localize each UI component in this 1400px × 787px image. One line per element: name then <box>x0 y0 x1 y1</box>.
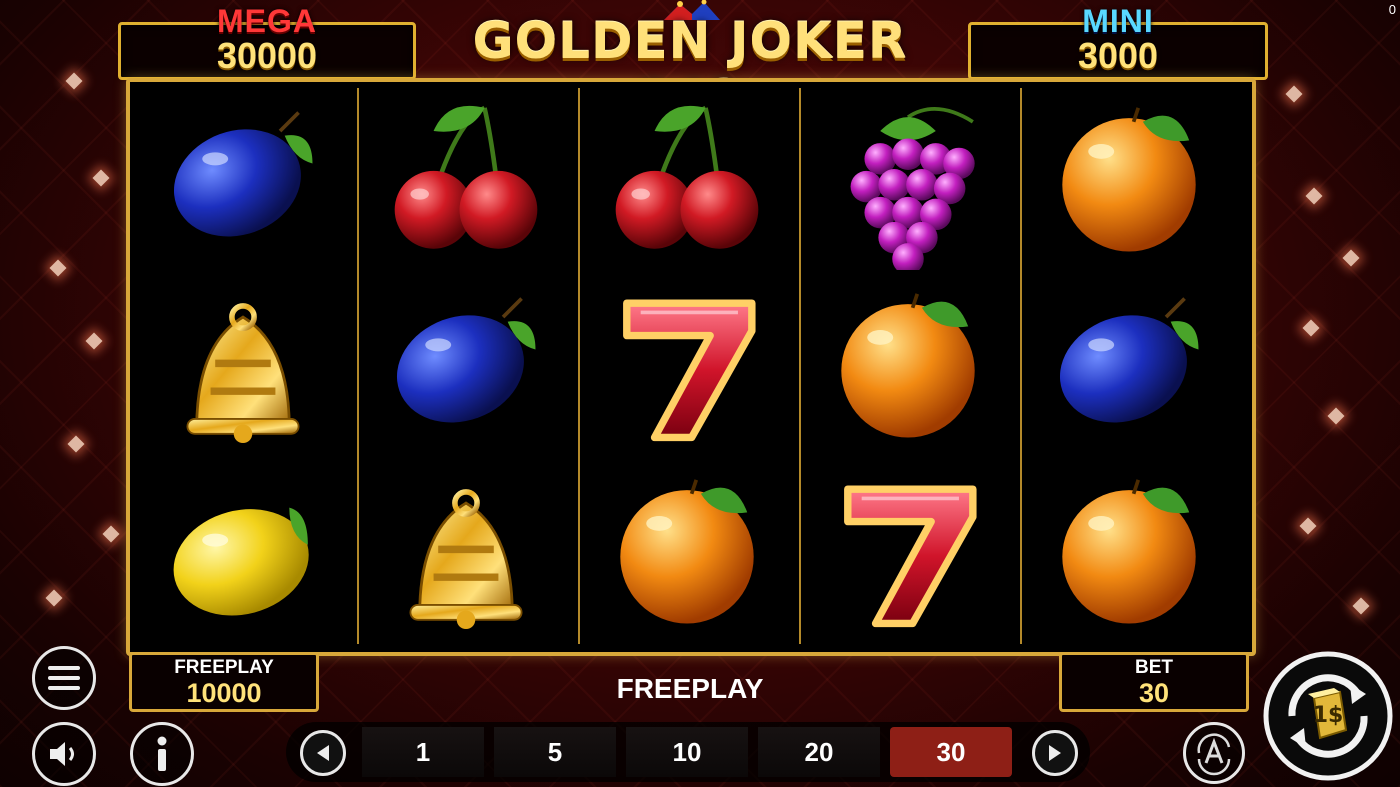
info-button[interactable] <box>130 722 194 786</box>
reel-4 <box>799 88 1015 644</box>
cherry-icon <box>394 105 538 249</box>
orange-icon <box>841 293 975 438</box>
plum-icon <box>396 297 536 423</box>
seven-symbol <box>590 278 784 458</box>
grapes-icon <box>850 107 975 270</box>
freeplay-balance-box: FREEPLAY 10000 <box>129 652 319 712</box>
info-icon <box>157 736 167 771</box>
reel-5 <box>1020 88 1236 644</box>
bell-icon <box>409 489 523 630</box>
seven-symbol <box>811 464 1005 644</box>
mega-jackpot: MEGA 30000 <box>118 3 416 80</box>
reel-1 <box>136 88 350 644</box>
lemon-symbol <box>146 464 340 644</box>
reel-3 <box>578 88 794 644</box>
plum-symbol <box>369 278 563 458</box>
freeplay-value: 10000 <box>186 678 262 708</box>
mini-jackpot: MINI 3000 <box>968 3 1268 80</box>
menu-button[interactable] <box>32 646 96 710</box>
bet-value: 30 <box>1138 678 1170 708</box>
orange-symbol <box>811 278 1005 458</box>
orange-icon <box>620 479 754 624</box>
bet-option-1[interactable]: 1 <box>362 727 484 777</box>
bell-symbol <box>146 278 340 458</box>
reel-2 <box>357 88 573 644</box>
bet-decrease-button[interactable] <box>300 730 346 776</box>
bet-option-5[interactable]: 5 <box>494 727 616 777</box>
grapes-symbol <box>811 92 1005 272</box>
seven-icon <box>844 485 977 628</box>
cherry-symbol <box>590 92 784 272</box>
plum-icon <box>1059 297 1199 423</box>
bet-selector: 1 5 10 20 30 <box>286 722 1090 782</box>
autoplay-button[interactable] <box>1183 722 1245 784</box>
spin-icon: 1$ <box>1263 651 1393 781</box>
orange-symbol <box>1032 92 1226 272</box>
chevron-left-icon <box>317 745 329 761</box>
bet-option-10[interactable]: 10 <box>626 727 748 777</box>
lemon-icon <box>173 507 309 616</box>
svg-text:1$: 1$ <box>1313 703 1344 728</box>
bell-icon <box>186 303 300 444</box>
orange-symbol <box>590 464 784 644</box>
corner-counter: 0 <box>1388 2 1396 17</box>
spin-button[interactable]: 1$ <box>1262 650 1394 782</box>
bell-symbol <box>369 464 563 644</box>
cherry-icon <box>615 105 759 249</box>
plum-symbol <box>1032 278 1226 458</box>
autoplay-icon <box>1197 733 1231 776</box>
game-title-area: GOLDEN JOKER 243 <box>412 0 968 128</box>
bet-option-30[interactable]: 30 <box>890 727 1012 777</box>
reel-frame <box>126 78 1256 656</box>
plum-symbol <box>146 92 340 272</box>
status-message: FREEPLAY <box>616 673 764 704</box>
menu-icon <box>48 666 80 690</box>
freeplay-label: FREEPLAY <box>174 657 274 678</box>
bet-box: BET 30 <box>1059 652 1249 712</box>
bet-label: BET <box>1135 657 1173 678</box>
mini-jackpot-value: 3000 <box>1077 35 1159 76</box>
orange-icon <box>1062 107 1196 252</box>
orange-symbol <box>1032 464 1226 644</box>
mega-jackpot-value: 30000 <box>216 35 318 76</box>
bet-increase-button[interactable] <box>1032 730 1078 776</box>
bet-option-20[interactable]: 20 <box>758 727 880 777</box>
cherry-symbol <box>369 92 563 272</box>
speaker-icon <box>50 742 74 766</box>
sound-button[interactable] <box>32 722 96 786</box>
plum-icon <box>173 111 313 237</box>
chevron-right-icon <box>1049 745 1061 761</box>
seven-icon <box>623 299 756 442</box>
orange-icon <box>1062 479 1196 624</box>
